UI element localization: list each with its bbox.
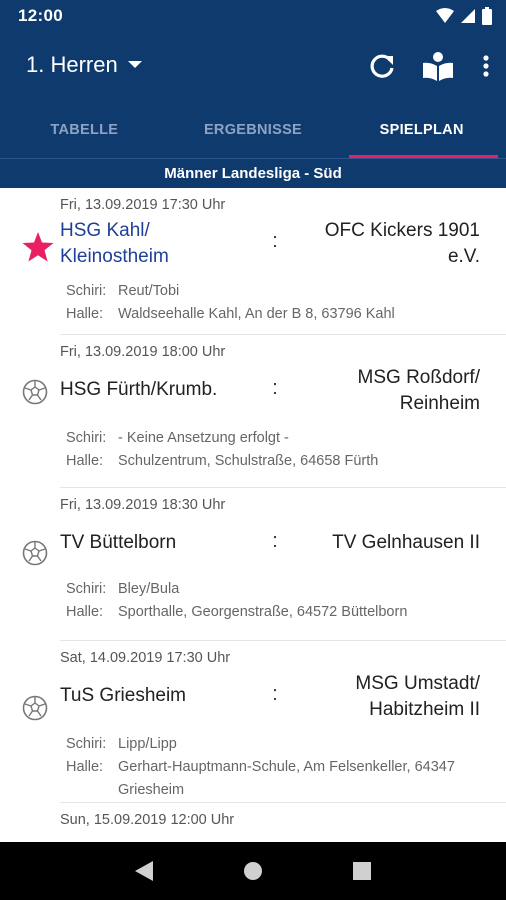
referee-label: Schiri: [66, 581, 107, 597]
referee-label: Schiri: [66, 430, 107, 446]
ball-icon [22, 695, 48, 721]
star-icon[interactable] [22, 232, 54, 262]
referee-row: Schiri: Reut/Tobi [66, 280, 506, 303]
match-teams: TV Büttelborn : TV Gelnhausen II [22, 518, 506, 566]
ball-icon [22, 379, 48, 405]
hall-label: Halle: [66, 759, 104, 775]
match-date: Fri, 13.09.2019 18:30 Uhr [60, 497, 226, 513]
recents-square-icon [352, 862, 371, 880]
hall-row: Halle: Gerhart-Hauptmann-Schule, Am Fels… [66, 756, 506, 802]
book-reader-icon [423, 52, 453, 81]
away-team: TV Gelnhausen II [332, 532, 480, 553]
signal-icon [461, 9, 475, 23]
match-teams: HSG Kahl/ Kleinostheim : OFC Kickers 190… [22, 218, 506, 270]
match-details: Schiri: - Keine Ansetzung erfolgt - Hall… [60, 417, 506, 483]
back-button[interactable] [124, 851, 164, 891]
hall-value: Sporthalle, Georgenstraße, 64572 Büttelb… [118, 604, 408, 620]
score-separator: : [272, 683, 278, 705]
referee-row: Schiri: Bley/Bula [66, 578, 506, 601]
referee-label: Schiri: [66, 736, 107, 752]
away-team: MSG Umstadt/ Habitzheim II [355, 673, 480, 720]
reader-button[interactable] [410, 46, 466, 86]
app-bar: 1. Herren [0, 32, 506, 102]
team-selector-label: 1. Herren [26, 52, 118, 77]
hall-row: Halle: Schulzentrum, Schulstraße, 64658 … [66, 450, 506, 473]
away-team: MSG Roßdorf/ Reinheim [357, 367, 480, 414]
match-teams: TuS Griesheim : MSG Umstadt/ Habitzheim … [22, 671, 506, 723]
match-details: Schiri: Reut/Tobi Halle: Waldseehalle Ka… [60, 270, 506, 336]
match-item[interactable]: Sun, 15.09.2019 12:00 Uhr [60, 803, 506, 842]
home-team: TuS Griesheim [60, 685, 186, 706]
team-selector[interactable]: 1. Herren [26, 52, 142, 78]
match-date: Fri, 13.09.2019 17:30 Uhr [60, 197, 226, 213]
refresh-button[interactable] [354, 46, 410, 86]
referee-label: Schiri: [66, 283, 107, 299]
referee-row: Schiri: Lipp/Lipp [66, 733, 506, 756]
score-separator: : [272, 230, 278, 252]
tab-tabelle[interactable]: TABELLE [0, 102, 169, 158]
referee-value: Lipp/Lipp [118, 736, 177, 752]
hall-row: Halle: Waldseehalle Kahl, An der B 8, 63… [66, 303, 506, 326]
match-item[interactable]: Sat, 14.09.2019 17:30 Uhr TuS Griesheim … [22, 641, 506, 803]
tab-bar: TABELLE ERGEBNISSE SPIELPLAN [0, 102, 506, 158]
referee-row: Schiri: - Keine Ansetzung erfolgt - [66, 427, 506, 450]
hall-label: Halle: [66, 306, 104, 322]
match-date: Fri, 13.09.2019 18:00 Uhr [60, 344, 226, 360]
match-details: Schiri: Bley/Bula Halle: Sporthalle, Geo… [60, 556, 506, 634]
match-date: Sun, 15.09.2019 12:00 Uhr [60, 812, 235, 828]
score-separator: : [272, 377, 278, 399]
home-team: HSG Kahl/ Kleinostheim [60, 220, 169, 267]
hall-value: Waldseehalle Kahl, An der B 8, 63796 Kah… [118, 306, 395, 322]
tab-spielplan[interactable]: SPIELPLAN [337, 102, 506, 158]
referee-value: Bley/Bula [118, 581, 180, 597]
navigation-bar [0, 842, 506, 900]
app-bar-actions [354, 46, 506, 86]
away-team: OFC Kickers 1901 e.V. [324, 220, 480, 267]
refresh-icon [370, 54, 394, 78]
status-bar: 12:00 [0, 0, 506, 32]
match-teams: HSG Fürth/Krumb. : MSG Roßdorf/ Reinheim [22, 365, 506, 417]
wifi-icon [436, 8, 454, 23]
home-team: TV Büttelborn [60, 532, 177, 553]
score-separator: : [272, 530, 278, 552]
home-button[interactable] [233, 851, 273, 891]
more-options-button[interactable] [466, 46, 506, 86]
match-item[interactable]: Fri, 13.09.2019 17:30 Uhr HSG Kahl/ Klei… [22, 188, 506, 336]
hall-value: Gerhart-Hauptmann-Schule, Am Felsenkelle… [118, 759, 455, 798]
battery-icon [482, 7, 492, 25]
match-list[interactable]: Fri, 13.09.2019 17:30 Uhr HSG Kahl/ Klei… [0, 188, 506, 842]
hall-label: Halle: [66, 453, 104, 469]
back-triangle-icon [135, 861, 154, 881]
referee-value: Reut/Tobi [118, 283, 180, 299]
match-date: Sat, 14.09.2019 17:30 Uhr [60, 650, 231, 666]
tab-ergebnisse[interactable]: ERGEBNISSE [169, 102, 338, 158]
ball-icon [22, 540, 48, 566]
referee-value: - Keine Ansetzung erfolgt - [118, 430, 289, 446]
match-item[interactable]: Fri, 13.09.2019 18:00 Uhr HSG Fürth/Krum… [22, 335, 506, 488]
match-item[interactable]: Fri, 13.09.2019 18:30 Uhr TV Büttelborn … [22, 488, 506, 641]
league-header: Männer Landesliga - Süd [0, 158, 506, 188]
home-team: HSG Fürth/Krumb. [60, 379, 218, 400]
dropdown-arrow-icon [127, 61, 142, 68]
hall-value: Schulzentrum, Schulstraße, 64658 Fürth [118, 453, 379, 469]
system-icons [436, 7, 492, 25]
hall-row: Halle: Sporthalle, Georgenstraße, 64572 … [66, 601, 506, 624]
home-circle-icon [243, 862, 262, 880]
hall-label: Halle: [66, 604, 104, 620]
status-time: 12:00 [18, 6, 63, 25]
recents-button[interactable] [342, 851, 382, 891]
match-details: Schiri: Lipp/Lipp Halle: Gerhart-Hauptma… [60, 723, 506, 812]
more-vert-icon [483, 55, 489, 77]
